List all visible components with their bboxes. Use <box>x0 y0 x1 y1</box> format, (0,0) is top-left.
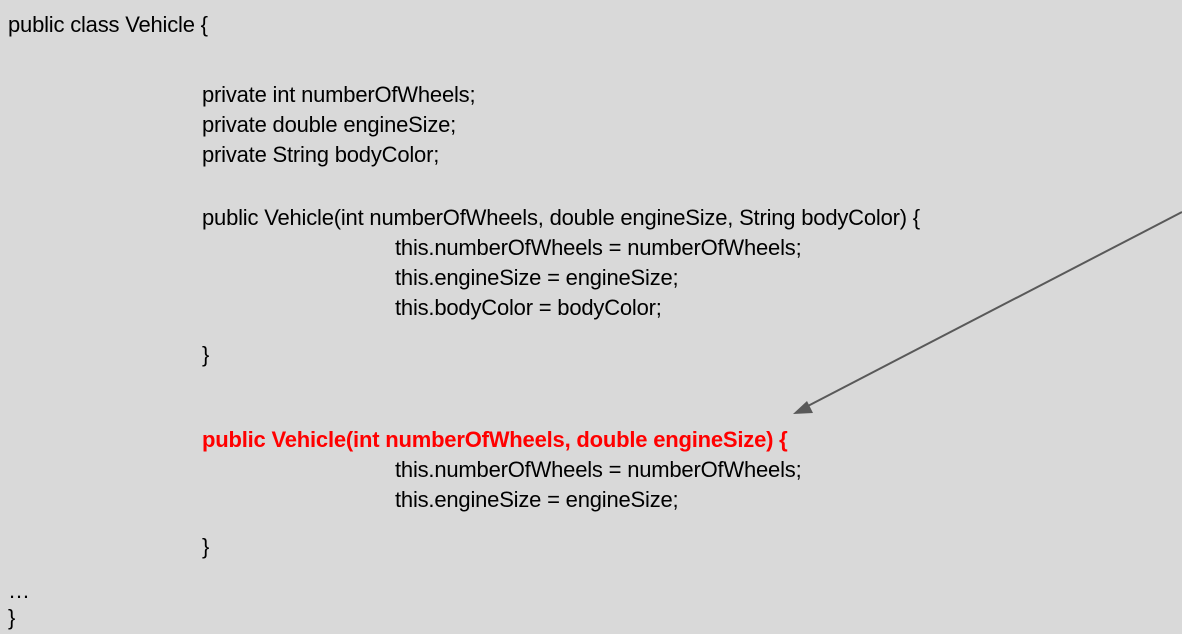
constructor-full-body-line: this.bodyColor = bodyColor; <box>395 295 662 320</box>
constructor-full-signature: public Vehicle(int numberOfWheels, doubl… <box>202 205 920 230</box>
class-close-brace: } <box>8 605 16 630</box>
field-body-color: private String bodyColor; <box>202 142 440 167</box>
field-engine-size: private double engineSize; <box>202 112 457 137</box>
constructor-partial-body-line: this.numberOfWheels = numberOfWheels; <box>395 457 802 482</box>
ellipsis: … <box>8 578 30 603</box>
constructor-partial-body-line: this.engineSize = engineSize; <box>395 487 679 512</box>
code-panel: public class Vehicle { private int numbe… <box>0 0 1182 634</box>
constructor-partial-close: } <box>202 534 210 559</box>
field-number-of-wheels: private int numberOfWheels; <box>202 82 476 107</box>
constructor-partial-signature: public Vehicle(int numberOfWheels, doubl… <box>202 427 788 452</box>
constructor-full-body-line: this.numberOfWheels = numberOfWheels; <box>395 235 802 260</box>
class-declaration: public class Vehicle { <box>8 12 208 37</box>
constructor-full-body-line: this.engineSize = engineSize; <box>395 265 679 290</box>
constructor-full-close: } <box>202 342 210 367</box>
